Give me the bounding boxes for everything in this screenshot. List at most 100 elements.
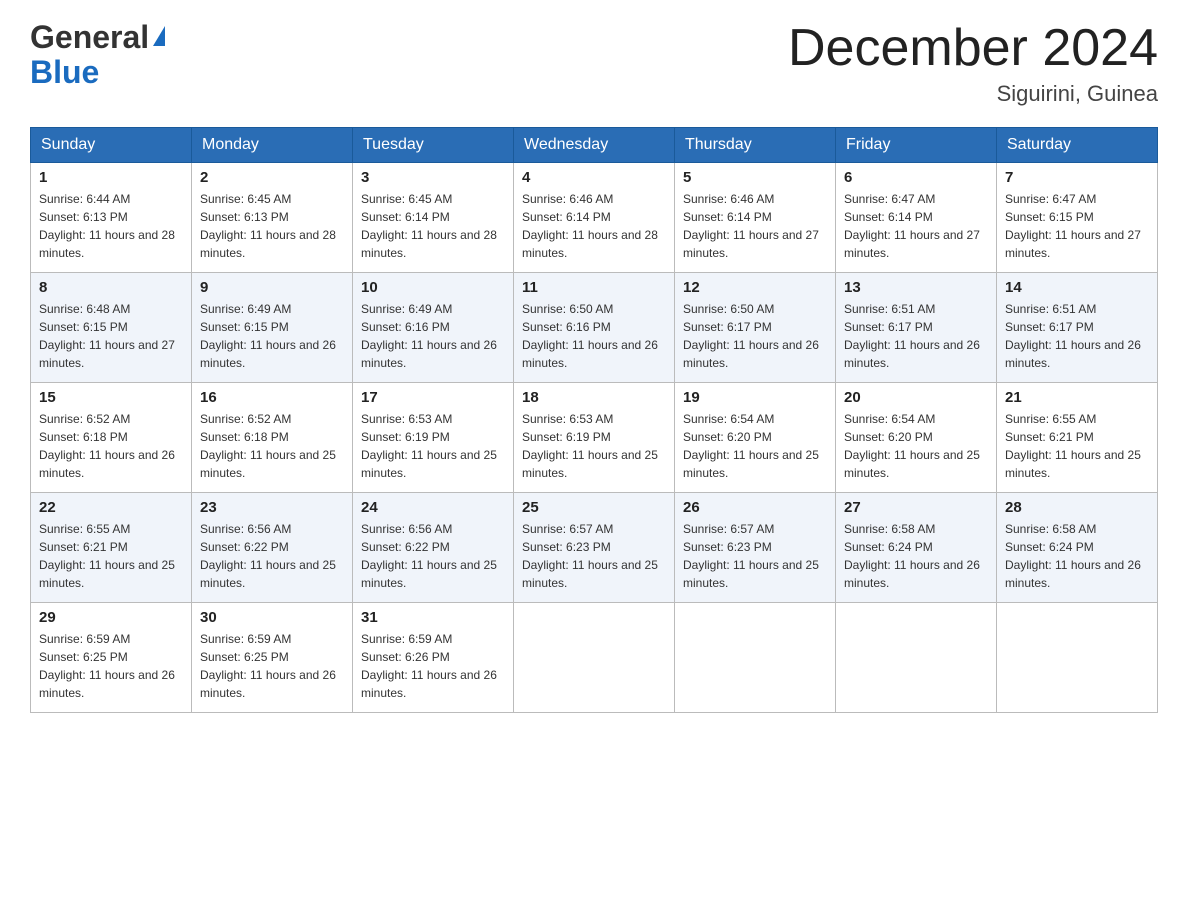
logo-triangle-icon [153, 26, 165, 46]
day-info: Sunrise: 6:45 AMSunset: 6:13 PMDaylight:… [200, 190, 344, 262]
weekday-header-monday: Monday [192, 128, 353, 163]
day-info: Sunrise: 6:50 AMSunset: 6:16 PMDaylight:… [522, 300, 666, 372]
day-number: 6 [844, 169, 988, 186]
calendar-cell: 4Sunrise: 6:46 AMSunset: 6:14 PMDaylight… [514, 163, 675, 273]
day-info: Sunrise: 6:48 AMSunset: 6:15 PMDaylight:… [39, 300, 183, 372]
day-number: 18 [522, 389, 666, 406]
day-number: 4 [522, 169, 666, 186]
day-number: 8 [39, 279, 183, 296]
calendar-cell: 18 Sunrise: 6:53 AMSunset: 6:19 PMDayligh… [514, 383, 675, 493]
calendar-cell: 25Sunrise: 6:57 AMSunset: 6:23 PMDayligh… [514, 493, 675, 603]
day-number: 22 [39, 499, 183, 516]
day-info: Sunrise: 6:56 AMSunset: 6:22 PMDaylight:… [361, 520, 505, 592]
day-info: Sunrise: 6:59 AMSunset: 6:25 PMDaylight:… [200, 630, 344, 702]
day-number: 21 [1005, 389, 1149, 406]
day-info: Sunrise: 6:55 AMSunset: 6:21 PMDaylight:… [1005, 410, 1149, 482]
day-info: Sunrise: 6:51 AMSunset: 6:17 PMDaylight:… [844, 300, 988, 372]
weekday-header-sunday: Sunday [31, 128, 192, 163]
day-number: 10 [361, 279, 505, 296]
calendar-cell: 26 Sunrise: 6:57 AMSunset: 6:23 PMDayligh… [675, 493, 836, 603]
day-info: Sunrise: 6:45 AMSunset: 6:14 PMDaylight:… [361, 190, 505, 262]
calendar-cell: 29 Sunrise: 6:59 AMSunset: 6:25 PMDayligh… [31, 603, 192, 713]
calendar-week-2: 8 Sunrise: 6:48 AMSunset: 6:15 PMDaylight… [31, 273, 1158, 383]
day-info: Sunrise: 6:59 AMSunset: 6:25 PMDaylight:… [39, 630, 183, 702]
logo-general-text: General [30, 20, 149, 55]
day-number: 9 [200, 279, 344, 296]
calendar-cell: 14 Sunrise: 6:51 AMSunset: 6:17 PMDayligh… [997, 273, 1158, 383]
day-number: 3 [361, 169, 505, 186]
day-number: 5 [683, 169, 827, 186]
calendar-cell: 9Sunrise: 6:49 AMSunset: 6:15 PMDaylight… [192, 273, 353, 383]
calendar-week-4: 22 Sunrise: 6:55 AMSunset: 6:21 PMDayligh… [31, 493, 1158, 603]
day-info: Sunrise: 6:57 AMSunset: 6:23 PMDaylight:… [522, 520, 666, 592]
day-info: Sunrise: 6:50 AMSunset: 6:17 PMDaylight:… [683, 300, 827, 372]
calendar-cell: 8 Sunrise: 6:48 AMSunset: 6:15 PMDaylight… [31, 273, 192, 383]
day-info: Sunrise: 6:53 AMSunset: 6:19 PMDaylight:… [522, 410, 666, 482]
day-info: Sunrise: 6:59 AMSunset: 6:26 PMDaylight:… [361, 630, 505, 702]
day-number: 14 [1005, 279, 1149, 296]
calendar-cell: 22 Sunrise: 6:55 AMSunset: 6:21 PMDayligh… [31, 493, 192, 603]
calendar-week-3: 15Sunrise: 6:52 AMSunset: 6:18 PMDayligh… [31, 383, 1158, 493]
calendar-cell [997, 603, 1158, 713]
day-number: 23 [200, 499, 344, 516]
calendar-cell: 19Sunrise: 6:54 AMSunset: 6:20 PMDayligh… [675, 383, 836, 493]
day-number: 20 [844, 389, 988, 406]
day-number: 12 [683, 279, 827, 296]
calendar-cell: 20 Sunrise: 6:54 AMSunset: 6:20 PMDayligh… [836, 383, 997, 493]
day-info: Sunrise: 6:52 AMSunset: 6:18 PMDaylight:… [200, 410, 344, 482]
day-info: Sunrise: 6:46 AMSunset: 6:14 PMDaylight:… [683, 190, 827, 262]
page-header: General Blue December 2024 Siguirini, Gu… [30, 20, 1158, 107]
calendar-table: SundayMondayTuesdayWednesdayThursdayFrid… [30, 127, 1158, 713]
day-info: Sunrise: 6:47 AMSunset: 6:15 PMDaylight:… [1005, 190, 1149, 262]
day-info: Sunrise: 6:49 AMSunset: 6:16 PMDaylight:… [361, 300, 505, 372]
calendar-cell: 21 Sunrise: 6:55 AMSunset: 6:21 PMDayligh… [997, 383, 1158, 493]
calendar-cell: 3 Sunrise: 6:45 AMSunset: 6:14 PMDaylight… [353, 163, 514, 273]
calendar-cell: 12 Sunrise: 6:50 AMSunset: 6:17 PMDayligh… [675, 273, 836, 383]
day-info: Sunrise: 6:54 AMSunset: 6:20 PMDaylight:… [844, 410, 988, 482]
weekday-header-saturday: Saturday [997, 128, 1158, 163]
day-info: Sunrise: 6:57 AMSunset: 6:23 PMDaylight:… [683, 520, 827, 592]
day-number: 2 [200, 169, 344, 186]
weekday-header-wednesday: Wednesday [514, 128, 675, 163]
calendar-cell: 23 Sunrise: 6:56 AMSunset: 6:22 PMDayligh… [192, 493, 353, 603]
day-number: 19 [683, 389, 827, 406]
day-number: 17 [361, 389, 505, 406]
calendar-cell: 6 Sunrise: 6:47 AMSunset: 6:14 PMDaylight… [836, 163, 997, 273]
day-info: Sunrise: 6:52 AMSunset: 6:18 PMDaylight:… [39, 410, 183, 482]
weekday-header-row: SundayMondayTuesdayWednesdayThursdayFrid… [31, 128, 1158, 163]
day-number: 28 [1005, 499, 1149, 516]
calendar-cell: 31Sunrise: 6:59 AMSunset: 6:26 PMDayligh… [353, 603, 514, 713]
calendar-cell: 10 Sunrise: 6:49 AMSunset: 6:16 PMDayligh… [353, 273, 514, 383]
calendar-cell: 24Sunrise: 6:56 AMSunset: 6:22 PMDayligh… [353, 493, 514, 603]
calendar-cell: 1 Sunrise: 6:44 AMSunset: 6:13 PMDaylight… [31, 163, 192, 273]
day-info: Sunrise: 6:53 AMSunset: 6:19 PMDaylight:… [361, 410, 505, 482]
day-number: 1 [39, 169, 183, 186]
calendar-cell: 2 Sunrise: 6:45 AMSunset: 6:13 PMDaylight… [192, 163, 353, 273]
location: Siguirini, Guinea [788, 81, 1158, 107]
calendar-cell: 15Sunrise: 6:52 AMSunset: 6:18 PMDayligh… [31, 383, 192, 493]
day-number: 26 [683, 499, 827, 516]
day-info: Sunrise: 6:47 AMSunset: 6:14 PMDaylight:… [844, 190, 988, 262]
day-number: 16 [200, 389, 344, 406]
calendar-cell: 17 Sunrise: 6:53 AMSunset: 6:19 PMDayligh… [353, 383, 514, 493]
weekday-header-friday: Friday [836, 128, 997, 163]
calendar-cell: 28Sunrise: 6:58 AMSunset: 6:24 PMDayligh… [997, 493, 1158, 603]
day-info: Sunrise: 6:51 AMSunset: 6:17 PMDaylight:… [1005, 300, 1149, 372]
weekday-header-thursday: Thursday [675, 128, 836, 163]
calendar-cell [514, 603, 675, 713]
day-number: 7 [1005, 169, 1149, 186]
day-info: Sunrise: 6:44 AMSunset: 6:13 PMDaylight:… [39, 190, 183, 262]
day-number: 29 [39, 609, 183, 626]
calendar-cell: 11Sunrise: 6:50 AMSunset: 6:16 PMDayligh… [514, 273, 675, 383]
day-number: 27 [844, 499, 988, 516]
calendar-week-1: 1 Sunrise: 6:44 AMSunset: 6:13 PMDaylight… [31, 163, 1158, 273]
title-area: December 2024 Siguirini, Guinea [788, 20, 1158, 107]
day-info: Sunrise: 6:56 AMSunset: 6:22 PMDaylight:… [200, 520, 344, 592]
calendar-cell: 27 Sunrise: 6:58 AMSunset: 6:24 PMDayligh… [836, 493, 997, 603]
calendar-cell: 5 Sunrise: 6:46 AMSunset: 6:14 PMDaylight… [675, 163, 836, 273]
logo-blue-text: Blue [30, 54, 99, 90]
day-number: 13 [844, 279, 988, 296]
calendar-cell [836, 603, 997, 713]
day-info: Sunrise: 6:58 AMSunset: 6:24 PMDaylight:… [844, 520, 988, 592]
day-info: Sunrise: 6:55 AMSunset: 6:21 PMDaylight:… [39, 520, 183, 592]
